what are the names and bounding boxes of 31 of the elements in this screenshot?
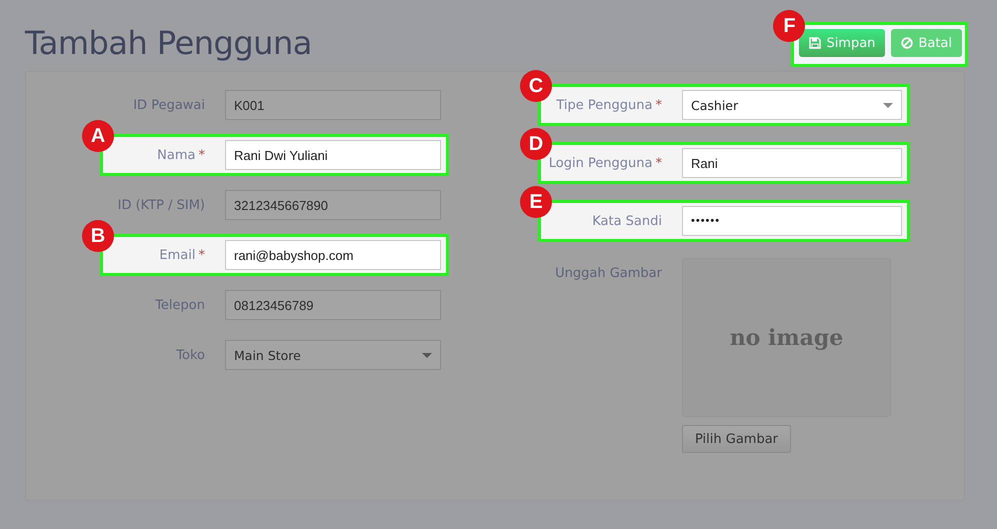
field-label: ID Pegawai — [132, 98, 205, 112]
callout-badge: F — [773, 10, 806, 42]
field-label: Toko — [175, 348, 205, 362]
callout-badge: D — [520, 128, 552, 160]
field-label: Unggah Gambar — [554, 266, 662, 283]
field-label: ID (KTP / SIM) — [116, 198, 205, 212]
input-field[interactable]: 08123456789 — [225, 290, 441, 320]
field-label: Telepon — [154, 298, 205, 312]
caret-icon — [883, 102, 893, 108]
input-field[interactable]: K001 — [225, 90, 441, 120]
field-label: Nama * — [156, 148, 205, 162]
caret-icon — [422, 352, 432, 358]
select-field[interactable]: Main Store — [225, 340, 441, 370]
callout-badge: A — [82, 120, 114, 152]
page-title: Tambah Pengguna — [25, 24, 312, 62]
input-field[interactable]: Rani Dwi Yuliani — [225, 140, 441, 170]
save-icon — [809, 37, 822, 49]
input-field[interactable]: Rani — [682, 148, 902, 178]
callout-badge: E — [520, 186, 552, 218]
choose-image-button[interactable]: Pilih Gambar — [682, 425, 792, 453]
no-image-text: no image — [730, 324, 844, 350]
input-field[interactable]: 3212345667890 — [225, 190, 441, 220]
select-field[interactable]: Cashier — [682, 90, 902, 120]
password-field[interactable]: •••••• — [682, 206, 902, 236]
callout-badge: C — [520, 70, 552, 102]
field-label: Email * — [158, 248, 205, 262]
callout-badge: B — [82, 220, 114, 252]
field-label: Kata Sandi — [591, 214, 662, 228]
field-label: Tipe Pengguna * — [555, 98, 662, 112]
input-field[interactable]: rani@babyshop.com — [225, 240, 441, 270]
cancel-icon — [901, 37, 914, 49]
